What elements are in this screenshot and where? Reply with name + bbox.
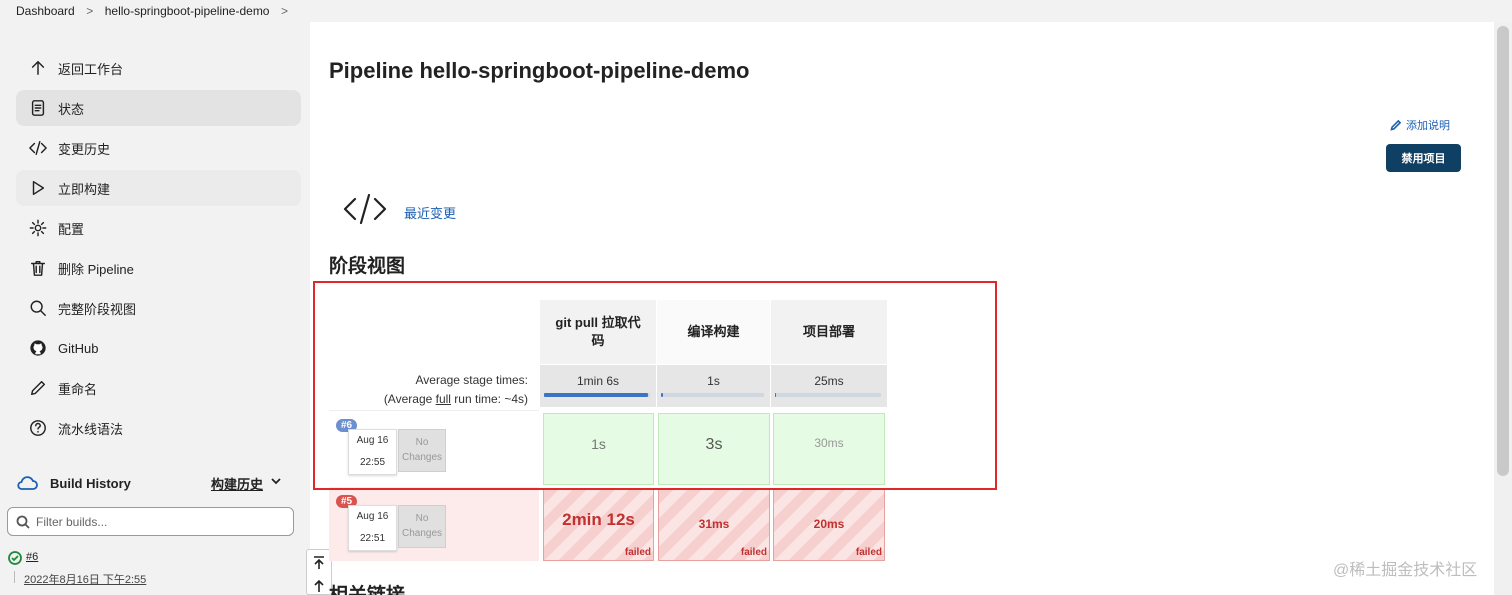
related-links-heading: 相关链接	[329, 580, 405, 595]
help-circle-icon	[28, 418, 48, 438]
breadcrumb-dashboard[interactable]: Dashboard	[16, 4, 75, 18]
sidebar: 返回工作台 状态 变更历史 立即构建 配置 删除 Pipeline 完整阶段视图…	[0, 22, 310, 595]
github-icon	[28, 338, 48, 358]
sidebar-item-label: 完整阶段视图	[58, 301, 137, 317]
run-date-box: Aug 16 22:51	[348, 505, 397, 551]
scrollbar-thumb[interactable]	[1497, 26, 1509, 476]
failed-label: failed	[740, 547, 767, 558]
sidebar-item-label: 立即构建	[58, 181, 111, 197]
page-title: Pipeline hello-springboot-pipeline-demo	[329, 58, 750, 83]
sidebar-item-label: 状态	[58, 101, 85, 117]
breadcrumb-project[interactable]: hello-springboot-pipeline-demo	[105, 4, 270, 18]
arrow-up-icon	[314, 579, 324, 592]
breadcrumb: Dashboard > hello-springboot-pipeline-de…	[0, 0, 1512, 22]
run-date: Aug 16	[356, 511, 389, 522]
trash-icon	[28, 258, 48, 278]
failed-label: failed	[855, 547, 882, 558]
sidebar-item-configure[interactable]: 配置	[16, 210, 301, 246]
sidebar-item-label: 流水线语法	[58, 421, 124, 437]
play-icon	[28, 178, 48, 198]
build-history-title: Build History	[50, 475, 131, 491]
watermark: @稀土掘金技术社区	[1333, 562, 1478, 579]
arrow-up-icon	[28, 58, 48, 78]
sidebar-item-full-stage-view[interactable]: 完整阶段视图	[16, 290, 301, 326]
sidebar-item-build-now[interactable]: 立即构建	[16, 170, 301, 206]
add-description-label: 添加说明	[1406, 120, 1450, 132]
stage-duration: 31ms	[698, 517, 730, 531]
sidebar-item-changes[interactable]: 变更历史	[16, 130, 301, 166]
chevron-right-icon[interactable]: >	[269, 4, 299, 18]
add-description-link[interactable]: 添加说明	[1390, 117, 1450, 133]
pencil-icon	[1390, 119, 1402, 131]
sidebar-item-label: 变更历史	[58, 141, 111, 157]
stage-duration: 2min 12s	[562, 510, 635, 529]
chevron-down-icon[interactable]	[269, 474, 283, 488]
code-icon	[28, 138, 48, 158]
highlight-annotation-box	[313, 281, 997, 490]
build-history-header: Build History 构建历史	[16, 470, 301, 496]
stage-cell-failed[interactable]: 20ms failed	[773, 489, 885, 561]
build-date-link[interactable]: 2022年8月16日 下午2:55	[24, 571, 146, 587]
sidebar-item-delete-pipeline[interactable]: 删除 Pipeline	[16, 250, 301, 286]
gear-icon	[28, 218, 48, 238]
sidebar-item-label: GitHub	[58, 340, 99, 356]
sidebar-item-github[interactable]: GitHub	[16, 330, 301, 366]
disable-project-button[interactable]: 禁用项目	[1386, 144, 1461, 172]
search-icon	[16, 515, 30, 529]
build-number-link[interactable]: #6	[26, 551, 38, 563]
sidebar-item-label: 返回工作台	[58, 61, 124, 77]
search-icon	[28, 298, 48, 318]
sidebar-item-label: 重命名	[58, 381, 98, 397]
pencil-icon	[28, 378, 48, 398]
failed-label: failed	[624, 547, 651, 558]
stage-view-heading: 阶段视图	[329, 256, 406, 277]
stage-duration: 20ms	[813, 517, 845, 531]
run-time: 22:51	[359, 533, 386, 544]
stage-cell-failed[interactable]: 2min 12s failed	[543, 489, 654, 561]
arrow-to-top-icon	[314, 556, 324, 569]
document-icon	[28, 98, 48, 118]
page-scrollbar[interactable]	[1494, 22, 1512, 595]
filter-builds-input[interactable]	[36, 514, 276, 529]
sidebar-item-status[interactable]: 状态	[16, 90, 301, 126]
sidebar-item-rename[interactable]: 重命名	[16, 370, 301, 406]
sidebar-item-back-to-workspace[interactable]: 返回工作台	[16, 50, 301, 86]
code-icon	[343, 192, 387, 226]
cloud-icon	[16, 474, 38, 492]
build-history-trend-link[interactable]: 构建历史	[211, 474, 263, 493]
sidebar-item-pipeline-syntax[interactable]: 流水线语法	[16, 410, 301, 446]
no-changes-box: No Changes	[398, 505, 446, 548]
recent-changes-link[interactable]: 最近变更	[404, 203, 456, 222]
sidebar-item-label: 删除 Pipeline	[58, 261, 134, 277]
sidebar-item-label: 配置	[58, 221, 85, 237]
success-check-icon	[8, 551, 22, 565]
filter-builds-input-wrapper	[7, 507, 294, 536]
stage-cell-failed[interactable]: 31ms failed	[658, 489, 770, 561]
timeline-line	[14, 571, 15, 583]
build-history-row[interactable]: #6 2022年8月16日 下午2:55	[8, 549, 298, 589]
chevron-right-icon: >	[86, 4, 94, 18]
